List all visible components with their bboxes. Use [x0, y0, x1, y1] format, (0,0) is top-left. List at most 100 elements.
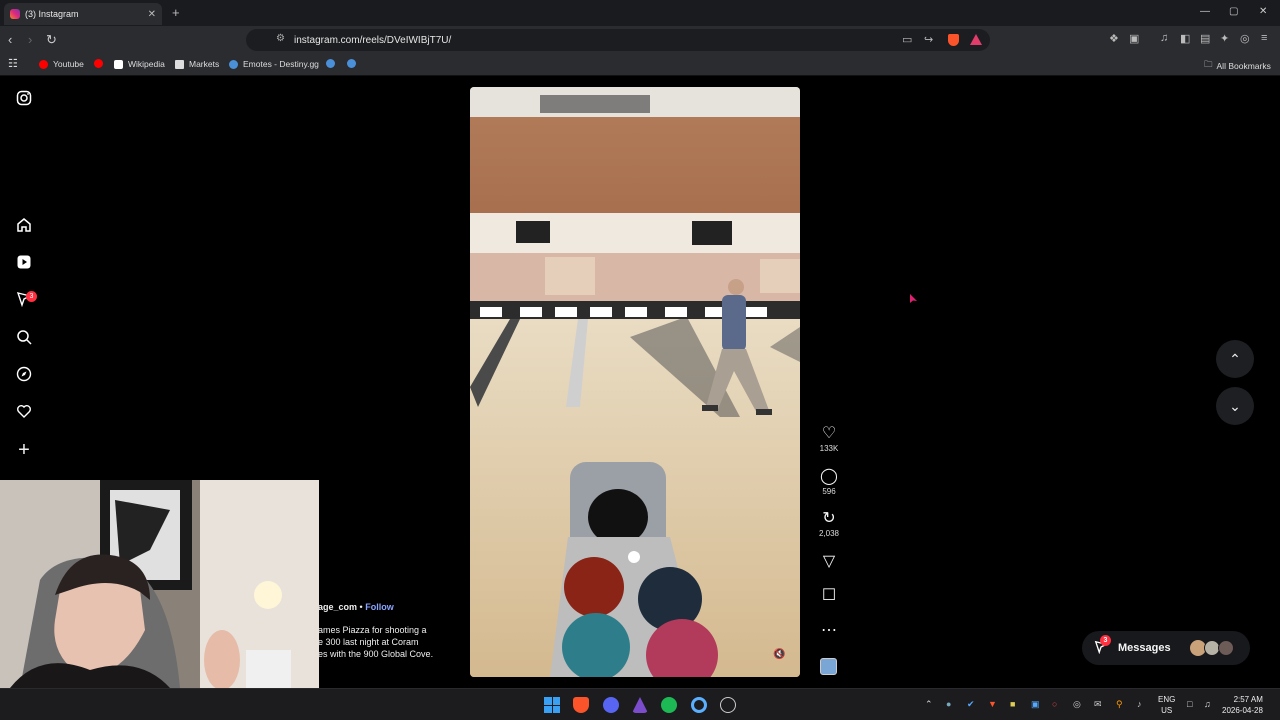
- mute-icon[interactable]: 🔇: [773, 649, 785, 660]
- heart-icon[interactable]: [14, 403, 34, 423]
- bookmark-destiny-2[interactable]: [326, 59, 340, 68]
- volume-icon[interactable]: ♫: [1204, 699, 1211, 709]
- microphone-icon[interactable]: ♪: [1137, 699, 1142, 709]
- forward-icon[interactable]: ›: [28, 32, 32, 48]
- all-bookmarks-button[interactable]: 🗀 All Bookmarks: [1204, 59, 1271, 73]
- follow-button[interactable]: Follow: [365, 602, 394, 612]
- caption-line: e 300 last night at Coram: [318, 637, 419, 647]
- vpn-icon[interactable]: ◎: [1240, 32, 1250, 45]
- instagram-logo-icon[interactable]: [14, 90, 34, 110]
- bookmark-youtube[interactable]: Youtube: [39, 59, 84, 69]
- media-icon[interactable]: ♫: [1160, 32, 1168, 44]
- address-bar[interactable]: ⚙ instagram.com/reels/DVeIWIBjT7U/ ▭ ↪: [246, 29, 990, 51]
- tray-app-icon[interactable]: ■: [1010, 699, 1015, 709]
- share-button[interactable]: ▽: [814, 553, 844, 571]
- site-info-icon[interactable]: ⚙: [276, 33, 285, 44]
- explore-icon[interactable]: [14, 366, 34, 386]
- create-icon[interactable]: +: [14, 440, 34, 460]
- all-bookmarks-label: All Bookmarks: [1216, 61, 1271, 71]
- wikipedia-icon: [114, 59, 123, 69]
- reel-caption: age_com • Follow ames Piazza for shootin…: [318, 601, 468, 660]
- messenger-icon: 3: [1094, 634, 1111, 657]
- previous-reel-button[interactable]: ⌃: [1216, 340, 1254, 378]
- brave-rewards-icon[interactable]: [970, 34, 982, 45]
- brave-tray-icon[interactable]: ▼: [988, 699, 997, 709]
- caption-line: ames Piazza for shooting a: [318, 625, 427, 635]
- bookmark-youtube-2[interactable]: [94, 59, 108, 68]
- bookmark-markets[interactable]: Markets: [175, 59, 219, 69]
- repost-count: 2,038: [818, 529, 840, 538]
- avatar: [1218, 640, 1234, 656]
- language-indicator[interactable]: ENG US: [1158, 694, 1175, 716]
- tray-app-icon[interactable]: ▣: [1031, 699, 1040, 710]
- clock-date: 2026-04-28: [1222, 706, 1263, 715]
- tray-app-icon[interactable]: ✉: [1094, 699, 1102, 710]
- bookmarks-bar: ☷ Youtube Wikipedia Markets Emotes - Des…: [0, 54, 1280, 76]
- close-window-button[interactable]: ✕: [1259, 6, 1267, 17]
- wallet-panel-icon[interactable]: ▤: [1200, 32, 1210, 45]
- share-icon[interactable]: ↪: [924, 33, 933, 46]
- tray-app-icon[interactable]: ●: [946, 699, 951, 709]
- tray-app-icon[interactable]: ○: [1052, 699, 1057, 709]
- markets-icon: [175, 59, 184, 69]
- browser-tab[interactable]: (3) Instagram ✕: [4, 3, 162, 25]
- notification-badge: 3: [26, 291, 37, 302]
- comment-button[interactable]: ◯ 596: [814, 468, 844, 496]
- audio-thumbnail[interactable]: [820, 658, 837, 675]
- lang-region: US: [1161, 706, 1173, 715]
- brave-taskbar-icon[interactable]: [573, 697, 589, 713]
- like-count: 133K: [819, 444, 839, 453]
- minimize-button[interactable]: —: [1200, 6, 1210, 17]
- save-button[interactable]: ☐: [814, 587, 844, 605]
- apps-grid-icon[interactable]: ☷: [8, 57, 18, 70]
- network-icon[interactable]: □: [1187, 699, 1192, 709]
- bookmark-destiny-emotes[interactable]: Emotes - Destiny.gg: [229, 59, 319, 69]
- bookmark-label: Wikipedia: [128, 59, 165, 69]
- obs-taskbar-icon[interactable]: [720, 697, 736, 713]
- tray-app-icon[interactable]: ✔: [967, 699, 975, 710]
- username[interactable]: age_com: [318, 602, 357, 612]
- repost-button[interactable]: ↻ 2,038: [814, 510, 844, 538]
- brave-shields-icon[interactable]: [948, 34, 959, 46]
- repost-icon: ↻: [822, 510, 836, 527]
- reload-icon[interactable]: ↻: [46, 32, 57, 48]
- maximize-button[interactable]: ▢: [1229, 6, 1238, 17]
- url-text: instagram.com/reels/DVeIWIBjT7U/: [294, 34, 452, 46]
- system-clock[interactable]: 2:57 AM 2026-04-28: [1222, 694, 1263, 716]
- start-button[interactable]: [544, 697, 560, 713]
- tray-app-icon[interactable]: ⚲: [1116, 699, 1123, 710]
- discord-taskbar-icon[interactable]: [603, 697, 619, 713]
- back-icon[interactable]: ‹: [8, 32, 12, 48]
- new-tab-button[interactable]: +: [172, 5, 180, 20]
- comment-icon: ◯: [820, 468, 838, 485]
- tab-title: (3) Instagram: [25, 9, 79, 19]
- search-icon[interactable]: [14, 329, 34, 349]
- more-options-button[interactable]: ⋯: [814, 622, 844, 640]
- spotify-taskbar-icon[interactable]: [661, 697, 677, 713]
- menu-icon[interactable]: ≡: [1261, 32, 1267, 44]
- like-button[interactable]: ♡ 133K: [814, 425, 844, 453]
- tray-app-icon[interactable]: ◎: [1073, 699, 1081, 710]
- extensions-icon[interactable]: ❖: [1109, 32, 1119, 45]
- reel-video[interactable]: 🔇: [470, 87, 800, 677]
- browser-tab-strip: (3) Instagram ✕ + — ▢ ✕: [0, 0, 1280, 26]
- bookmark-wikipedia[interactable]: Wikipedia: [114, 59, 165, 69]
- tab-close-icon[interactable]: ✕: [148, 9, 156, 20]
- reels-icon[interactable]: [14, 254, 34, 274]
- wallet-icon[interactable]: ▣: [1129, 32, 1139, 45]
- comment-count: 596: [822, 487, 836, 496]
- webcam-overlay: [0, 480, 319, 688]
- bookmark-label: Emotes - Destiny.gg: [243, 59, 319, 69]
- cast-icon[interactable]: ▭: [902, 33, 912, 46]
- leo-ai-icon[interactable]: ✦: [1220, 32, 1229, 45]
- sidebar-toggle-icon[interactable]: ◧: [1180, 32, 1190, 45]
- messages-button[interactable]: 3 Messages: [1082, 631, 1250, 665]
- bookmark-destiny-3[interactable]: [347, 59, 361, 68]
- send-icon: ▽: [822, 553, 836, 570]
- obsidian-taskbar-icon[interactable]: [632, 697, 648, 713]
- ccleaner-taskbar-icon[interactable]: [691, 697, 707, 713]
- destiny-icon: [326, 59, 335, 68]
- tray-overflow-icon[interactable]: ⌃: [925, 699, 933, 710]
- home-icon[interactable]: [14, 217, 34, 237]
- next-reel-button[interactable]: ⌄: [1216, 387, 1254, 425]
